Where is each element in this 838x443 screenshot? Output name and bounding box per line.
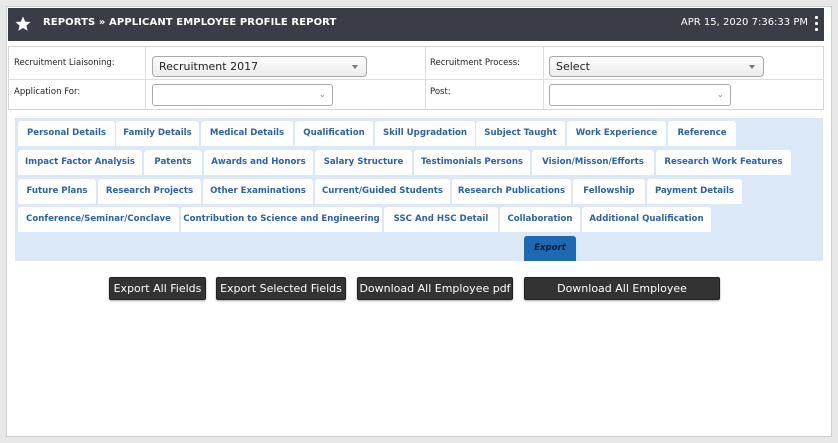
download-all-employee-pdf-button[interactable]: Download All Employee pdf — [357, 277, 513, 300]
tab-additional-qualification[interactable]: Additional Qualification — [582, 207, 711, 232]
tab-qualification[interactable]: Qualification — [295, 121, 373, 146]
post-label: Post: — [430, 87, 451, 97]
tab-other-examinations[interactable]: Other Examinations — [203, 179, 313, 204]
tab-family-details[interactable]: Family Details — [116, 121, 199, 146]
tab-research-publications[interactable]: Research Publications — [452, 179, 571, 204]
recruitment-process-select[interactable]: Select — [549, 56, 764, 77]
tab-collaboration[interactable]: Collaboration — [500, 207, 580, 232]
application-for-label: Application For: — [14, 87, 81, 97]
page-title: REPORTS » APPLICANT EMPLOYEE PROFILE REP… — [43, 17, 337, 28]
recruitment-liaisoning-label: Recruitment Liaisoning: — [14, 58, 115, 68]
recruitment-liaisoning-select[interactable]: Recruitment 2017 — [152, 56, 367, 77]
caret-down-icon — [749, 65, 755, 69]
tab-panel: Personal Details Family Details Medical … — [15, 118, 823, 261]
tab-export[interactable]: Export — [524, 236, 576, 261]
tab-skill-upgradation[interactable]: Skill Upgradation — [375, 121, 475, 146]
tab-medical-details[interactable]: Medical Details — [201, 121, 293, 146]
tab-salary-structure[interactable]: Salary Structure — [315, 150, 412, 175]
tab-future-plans[interactable]: Future Plans — [18, 179, 96, 204]
chevron-down-icon: ⌄ — [318, 90, 326, 100]
tab-work-experience[interactable]: Work Experience — [567, 121, 666, 146]
caret-down-icon — [352, 65, 358, 69]
export-selected-fields-button[interactable]: Export Selected Fields — [216, 277, 346, 300]
application-for-select[interactable]: ⌄ — [152, 84, 333, 106]
tab-subject-taught[interactable]: Subject Taught — [476, 121, 565, 146]
recruitment-process-value: Select — [556, 60, 590, 73]
tab-personal-details[interactable]: Personal Details — [18, 121, 115, 146]
tab-awards-and-honors[interactable]: Awards and Honors — [204, 150, 313, 175]
tab-patents[interactable]: Patents — [144, 150, 202, 175]
post-select[interactable]: ⌄ — [549, 84, 731, 106]
tab-testimonials-persons[interactable]: Testimonials Persons — [414, 150, 530, 175]
star-icon — [15, 16, 31, 31]
tab-payment-details[interactable]: Payment Details — [647, 179, 742, 204]
tab-research-work-features[interactable]: Research Work Features — [656, 150, 791, 175]
recruitment-process-label: Recruitment Process: — [430, 58, 521, 68]
tab-ssc-and-hsc-detail[interactable]: SSC And HSC Detail — [384, 207, 498, 232]
download-all-employee-documents-button[interactable]: Download All Employee Documents — [524, 277, 720, 316]
tab-research-projects[interactable]: Research Projects — [98, 179, 201, 204]
filter-form: Recruitment Liaisoning: Recruitment 2017… — [8, 46, 824, 110]
chevron-down-icon: ⌄ — [716, 90, 724, 100]
tab-reference[interactable]: Reference — [668, 121, 736, 146]
tab-current-guided-students[interactable]: Current/Guided Students — [315, 179, 450, 204]
kebab-menu-icon[interactable] — [812, 16, 820, 32]
tab-contribution-to-science[interactable]: Contribution to Science and Engineering — [181, 207, 382, 232]
header-datetime: APR 15, 2020 7:36:33 PM — [680, 17, 808, 28]
tab-fellowship[interactable]: Fellowship — [573, 179, 645, 204]
export-all-fields-button[interactable]: Export All Fields — [109, 277, 206, 300]
recruitment-liaisoning-value: Recruitment 2017 — [159, 60, 259, 73]
tab-vision-misson-efforts[interactable]: Vision/Misson/Efforts — [532, 150, 654, 175]
page-header: REPORTS » APPLICANT EMPLOYEE PROFILE REP… — [8, 8, 824, 41]
tab-conference-seminar-conclave[interactable]: Conference/Seminar/Conclave — [18, 207, 179, 232]
tab-impact-factor-analysis[interactable]: Impact Factor Analysis — [18, 150, 142, 175]
